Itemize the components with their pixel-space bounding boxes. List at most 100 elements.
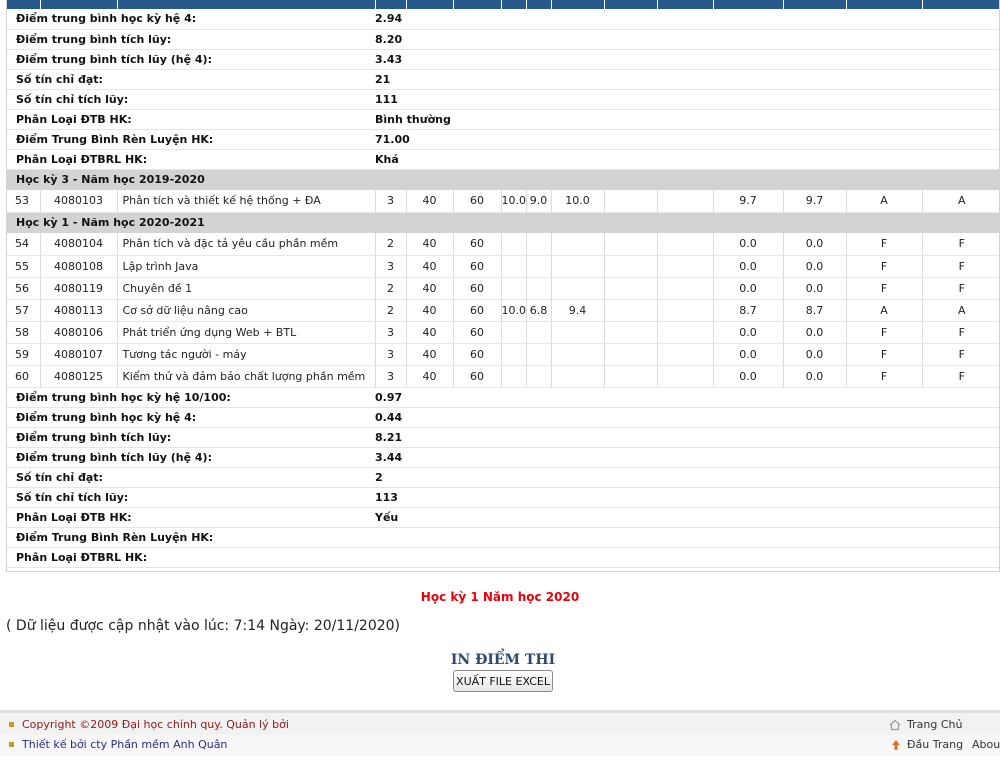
summary-value: 111 bbox=[375, 89, 999, 110]
cell-grade-4: F bbox=[922, 233, 999, 256]
semester-title: Học kỳ 1 - Năm học 2020-2021 bbox=[7, 212, 999, 233]
back-to-top-link[interactable]: Đầu Trang bbox=[907, 738, 963, 751]
summary-value: 3.44 bbox=[375, 447, 999, 468]
summary-value: 0.97 bbox=[375, 387, 999, 408]
cell-score-1 bbox=[501, 365, 527, 388]
grade-table-area: Điểm trung bình học kỳ hệ 4: 2.94 Điểm tru… bbox=[6, 0, 1000, 572]
update-info: ( Dữ liệu được cập nhật vào lúc: 7:14 Ng… bbox=[6, 618, 401, 634]
summary-label: Số tín chỉ đạt: bbox=[7, 467, 375, 488]
cell-average-10: 9.7 bbox=[783, 190, 847, 213]
cell-stt: 56 bbox=[7, 277, 41, 300]
summary-label: Điểm trung bình học kỳ hệ 4: bbox=[7, 9, 375, 30]
cell-final-10: 9.7 bbox=[713, 190, 784, 213]
semester-header-row: Học kỳ 3 - Năm học 2019-2020 bbox=[7, 169, 999, 190]
cell-score-5 bbox=[657, 277, 714, 300]
cell-course-code: 4080104 bbox=[40, 233, 118, 256]
cell-final-10: 0.0 bbox=[713, 233, 784, 256]
cell-score-4 bbox=[604, 343, 658, 366]
course-row: 56 4080119 Chuyên đề 1 2 40 60 0.0 0.0 F F bbox=[7, 277, 999, 300]
summary-label: Điểm Trung Bình Rèn Luyện HK: bbox=[7, 129, 375, 150]
summary-row: Điểm trung bình học kỳ hệ 4: 2.94 bbox=[7, 9, 999, 30]
cell-credits: 2 bbox=[375, 299, 407, 322]
cell-average-10: 8.7 bbox=[783, 299, 847, 322]
cell-course-code: 4080106 bbox=[40, 321, 118, 344]
cell-final-10: 0.0 bbox=[713, 321, 784, 344]
grade-table: Điểm trung bình học kỳ hệ 4: 2.94 Điểm tru… bbox=[7, 0, 999, 568]
cell-score-2 bbox=[526, 365, 552, 388]
cell-score-5 bbox=[657, 321, 714, 344]
home-link[interactable]: Trang Chủ bbox=[907, 718, 962, 731]
cell-grade-4: F bbox=[922, 255, 999, 278]
footer: Copyright ©2009 Đại học chính quy. Quản … bbox=[0, 710, 1000, 756]
summary-label: Điểm trung bình tích lũy (hệ 4): bbox=[7, 49, 375, 70]
cell-score-2 bbox=[526, 343, 552, 366]
table-header-row bbox=[7, 0, 999, 9]
course-row: 54 4080104 Phân tích và đặc tả yêu cầu phầ… bbox=[7, 233, 999, 256]
cell-score-5 bbox=[657, 233, 714, 256]
print-grades-title[interactable]: IN ĐIỂM THI bbox=[0, 652, 1000, 668]
summary-value: Khá bbox=[375, 149, 999, 170]
course-row: 53 4080103 Phân tích và thiết kế hệ thống … bbox=[7, 190, 999, 213]
cell-average-10: 0.0 bbox=[783, 255, 847, 278]
course-row: 55 4080108 Lập trình Java 3 40 60 0.0 0.0 F F bbox=[7, 255, 999, 278]
about-link[interactable]: About bbox=[972, 738, 1000, 751]
cell-credits: 3 bbox=[375, 343, 407, 366]
cell-score-3: 9.4 bbox=[551, 299, 605, 322]
cell-course-code: 4080125 bbox=[40, 365, 118, 388]
cell-weight-1: 40 bbox=[406, 255, 454, 278]
course-row: 57 4080113 Cơ sở dữ liệu nâng cao 2 40 60 10.0… bbox=[7, 299, 999, 322]
grade-table-body: Điểm trung bình học kỳ hệ 4: 2.94 Điểm tru… bbox=[7, 0, 999, 568]
summary-row: Số tín chỉ tích lũy: 111 bbox=[7, 89, 999, 110]
cell-grade-4: A bbox=[922, 190, 999, 213]
cell-final-10: 0.0 bbox=[713, 365, 784, 388]
summary-value: 2 bbox=[375, 467, 999, 488]
cell-weight-1: 40 bbox=[406, 190, 454, 213]
cell-final-10: 0.0 bbox=[713, 277, 784, 300]
summary-label: Phân Loại ĐTBRL HK: bbox=[7, 547, 375, 568]
summary-row: Phân Loại ĐTBRL HK: Khá bbox=[7, 149, 999, 170]
cell-credits: 3 bbox=[375, 321, 407, 344]
footer-bar-copyright: Copyright ©2009 Đại học chính quy. Quản … bbox=[0, 715, 1000, 735]
cell-letter-grade: F bbox=[846, 277, 923, 300]
summary-value: 71.00 bbox=[375, 129, 999, 150]
cell-weight-2: 60 bbox=[453, 190, 502, 213]
cell-score-1 bbox=[501, 321, 527, 344]
cell-final-10: 0.0 bbox=[713, 343, 784, 366]
cell-average-10: 0.0 bbox=[783, 277, 847, 300]
summary-value: 8.21 bbox=[375, 427, 999, 448]
cell-course-name: Kiểm thử và đảm bảo chất lượng phần mềm bbox=[117, 365, 376, 388]
summary-value: 3.43 bbox=[375, 49, 999, 70]
cell-score-4 bbox=[604, 321, 658, 344]
cell-score-3 bbox=[551, 233, 605, 256]
cell-score-4 bbox=[604, 299, 658, 322]
cell-score-4 bbox=[604, 277, 658, 300]
summary-value bbox=[375, 527, 999, 548]
summary-value: Yếu bbox=[375, 507, 999, 528]
summary-value: 2.94 bbox=[375, 9, 999, 30]
cell-average-10: 0.0 bbox=[783, 233, 847, 256]
cell-score-3: 10.0 bbox=[551, 190, 605, 213]
footer-bar-designer: Thiết kế bởi cty Phần mềm Anh Quân Đầu T… bbox=[0, 735, 1000, 755]
cell-weight-1: 40 bbox=[406, 233, 454, 256]
cell-credits: 2 bbox=[375, 233, 407, 256]
cell-course-name: Tương tác người - máy bbox=[117, 343, 376, 366]
summary-label: Điểm trung bình tích lũy: bbox=[7, 29, 375, 50]
cell-weight-2: 60 bbox=[453, 233, 502, 256]
cell-letter-grade: A bbox=[846, 190, 923, 213]
cell-stt: 59 bbox=[7, 343, 41, 366]
cell-weight-2: 60 bbox=[453, 277, 502, 300]
cell-credits: 3 bbox=[375, 255, 407, 278]
cell-score-4 bbox=[604, 365, 658, 388]
course-row: 58 4080106 Phát triển ứng dụng Web + BTL 3 4… bbox=[7, 321, 999, 344]
export-excel-button[interactable]: XUẤT FILE EXCEL bbox=[453, 670, 553, 692]
cell-score-1 bbox=[501, 343, 527, 366]
cell-stt: 58 bbox=[7, 321, 41, 344]
summary-label: Điểm trung bình học kỳ hệ 4: bbox=[7, 407, 375, 428]
cell-grade-4: F bbox=[922, 343, 999, 366]
cell-course-code: 4080108 bbox=[40, 255, 118, 278]
course-row: 59 4080107 Tương tác người - máy 3 40 60 0.0 0.… bbox=[7, 343, 999, 366]
cell-weight-1: 40 bbox=[406, 277, 454, 300]
cell-score-2 bbox=[526, 233, 552, 256]
summary-row: Phân Loại ĐTBRL HK: bbox=[7, 547, 999, 568]
summary-row: Điểm trung bình tích lũy (hệ 4): 3.43 bbox=[7, 49, 999, 70]
